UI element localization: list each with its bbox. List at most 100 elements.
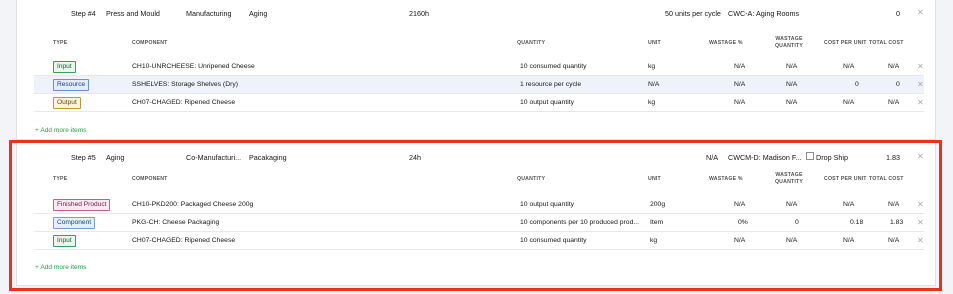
item-unit: N/A <box>648 81 660 88</box>
step-name: Press and Mould <box>106 9 160 18</box>
close-icon[interactable]: ✕ <box>917 200 924 209</box>
item-quantity: 10 components per 10 produced prod... <box>520 219 640 226</box>
item-wastage-qty: N/A <box>786 237 798 244</box>
bom-steps-view: Step #4 Press and Mould Manufacturing Ag… <box>0 0 953 294</box>
col-unit: UNIT <box>648 176 661 182</box>
item-wastage-qty: N/A <box>786 81 798 88</box>
step-rate: N/A <box>706 153 718 162</box>
col-wastage-qty-1: WASTAGE <box>775 36 803 42</box>
step-number: Step #4 <box>71 9 96 18</box>
table-row[interactable]: Finished Product CH10-PKD200: Packaged C… <box>34 196 924 214</box>
item-quantity: 10 output quantity <box>520 201 575 208</box>
item-cost-per-unit: N/A <box>843 99 855 106</box>
table-row[interactable]: Component PKG-CH: Cheese Packaging 10 co… <box>34 214 924 232</box>
item-wastage-pct: N/A <box>734 63 746 70</box>
items-table-header: TYPE COMPONENT QUANTITY UNIT WASTAGE % W… <box>34 36 924 56</box>
table-row[interactable]: Input CH07-CHAGED: Ripened Cheese 10 con… <box>34 232 924 250</box>
item-cost-per-unit: N/A <box>843 201 855 208</box>
close-icon[interactable]: ✕ <box>917 80 924 89</box>
col-type: TYPE <box>53 176 68 182</box>
add-more-items-link[interactable]: + Add more items <box>35 127 87 134</box>
item-wastage-pct: N/A <box>734 99 746 106</box>
item-total: N/A <box>888 201 900 208</box>
item-cost-per-unit: 0.18 <box>850 219 864 226</box>
drop-ship-checkbox[interactable] <box>806 152 814 160</box>
col-unit: UNIT <box>648 40 661 46</box>
items-table-header: TYPE COMPONENT QUANTITY UNIT WASTAGE % W… <box>34 172 924 192</box>
col-total-cost: TOTAL COST <box>869 176 904 182</box>
item-type-tag: Output <box>53 96 81 109</box>
close-icon[interactable]: ✕ <box>917 218 924 227</box>
step-duration: 2160h <box>409 9 429 18</box>
item-wastage-pct: N/A <box>734 201 746 208</box>
col-cost-per-unit: COST PER UNIT <box>824 176 867 182</box>
item-quantity: 10 output quantity <box>520 99 575 106</box>
step-next: Pacakaging <box>249 153 287 162</box>
col-wastage-pct: WASTAGE % <box>709 176 743 182</box>
item-type-tag: Finished Product <box>53 198 111 211</box>
item-wastage-pct: N/A <box>734 237 746 244</box>
step-4-row[interactable]: Step #4 Press and Mould Manufacturing Ag… <box>17 2 935 24</box>
step-4-panel: Step #4 Press and Mould Manufacturing Ag… <box>16 0 936 140</box>
close-icon[interactable]: ✕ <box>917 98 924 107</box>
step-duration: 24h <box>409 153 421 162</box>
col-type: TYPE <box>53 40 68 46</box>
col-component: COMPONENT <box>132 40 168 46</box>
item-wastage-qty: N/A <box>786 63 798 70</box>
step-location: CWC-A: Aging Rooms <box>728 9 800 18</box>
item-total: N/A <box>888 99 900 106</box>
item-type-tag: Input <box>53 60 76 73</box>
item-unit: Item <box>650 219 664 226</box>
item-type-tag: Component <box>53 216 96 229</box>
col-total-cost: TOTAL COST <box>869 40 904 46</box>
step-5-row[interactable]: Step #5 Aging Co-Manufacturi... Pacakagi… <box>17 146 935 168</box>
item-component: SSHELVES: Storage Shelves (Dry) <box>132 81 239 88</box>
item-component: PKG-CH: Cheese Packaging <box>132 219 220 226</box>
table-row[interactable]: Resource SSHELVES: Storage Shelves (Dry)… <box>34 76 924 94</box>
item-component: CH07-CHAGED: Ripened Cheese <box>132 99 236 106</box>
col-quantity: QUANTITY <box>517 176 546 182</box>
close-icon[interactable]: ✕ <box>917 8 924 17</box>
item-cost-per-unit: 0 <box>855 81 859 88</box>
col-cost-per-unit: COST PER UNIT <box>824 40 867 46</box>
col-quantity: QUANTITY <box>517 40 546 46</box>
table-row[interactable]: Output CH07-CHAGED: Ripened Cheese 10 ou… <box>34 94 924 112</box>
col-component: COMPONENT <box>132 176 168 182</box>
close-icon[interactable]: ✕ <box>917 62 924 71</box>
item-wastage-qty: N/A <box>786 99 798 106</box>
col-wastage-qty-1: WASTAGE <box>775 172 803 178</box>
item-total: 0 <box>896 81 900 88</box>
step-5-panel: Step #5 Aging Co-Manufacturi... Pacakagi… <box>16 140 936 286</box>
item-component: CH10-PKD200: Packaged Cheese 200g <box>132 201 254 208</box>
item-quantity: 1 resource per cycle <box>520 81 582 88</box>
step-next: Aging <box>249 9 268 18</box>
col-wastage-qty-2: QUANTITY <box>774 43 804 49</box>
step-location: CWCM-D: Madison F... <box>728 153 802 162</box>
item-total: N/A <box>888 63 900 70</box>
close-icon[interactable]: ✕ <box>917 152 924 161</box>
item-unit: 200g <box>650 201 666 208</box>
step-name: Aging <box>106 153 125 162</box>
add-more-items-link[interactable]: + Add more items <box>35 264 87 271</box>
item-wastage-qty: N/A <box>786 201 798 208</box>
step-type: Co-Manufacturi... <box>186 153 242 162</box>
item-type-tag: Resource <box>53 78 90 91</box>
item-component: CH10-UNRCHEESE: Unripened Cheese <box>132 63 255 70</box>
table-row[interactable]: Input CH10-UNRCHEESE: Unripened Cheese 1… <box>34 58 924 76</box>
step-cost: 1.83 <box>886 153 900 162</box>
step-number: Step #5 <box>71 153 96 162</box>
item-total: N/A <box>888 237 900 244</box>
col-wastage-qty-2: QUANTITY <box>774 179 804 185</box>
item-quantity: 10 consumed quantity <box>520 237 587 244</box>
item-unit: kg <box>650 237 658 244</box>
item-wastage-pct: N/A <box>734 81 746 88</box>
drop-ship-label: Drop Ship <box>816 153 848 162</box>
item-unit: kg <box>648 63 656 70</box>
item-quantity: 10 consumed quantity <box>520 63 587 70</box>
item-total: 1.83 <box>890 219 904 226</box>
item-component: CH07-CHAGED: Ripened Cheese <box>132 237 236 244</box>
step-cost: 0 <box>896 9 900 18</box>
close-icon[interactable]: ✕ <box>917 236 924 245</box>
item-type-tag: Input <box>53 234 76 247</box>
item-unit: kg <box>648 99 656 106</box>
